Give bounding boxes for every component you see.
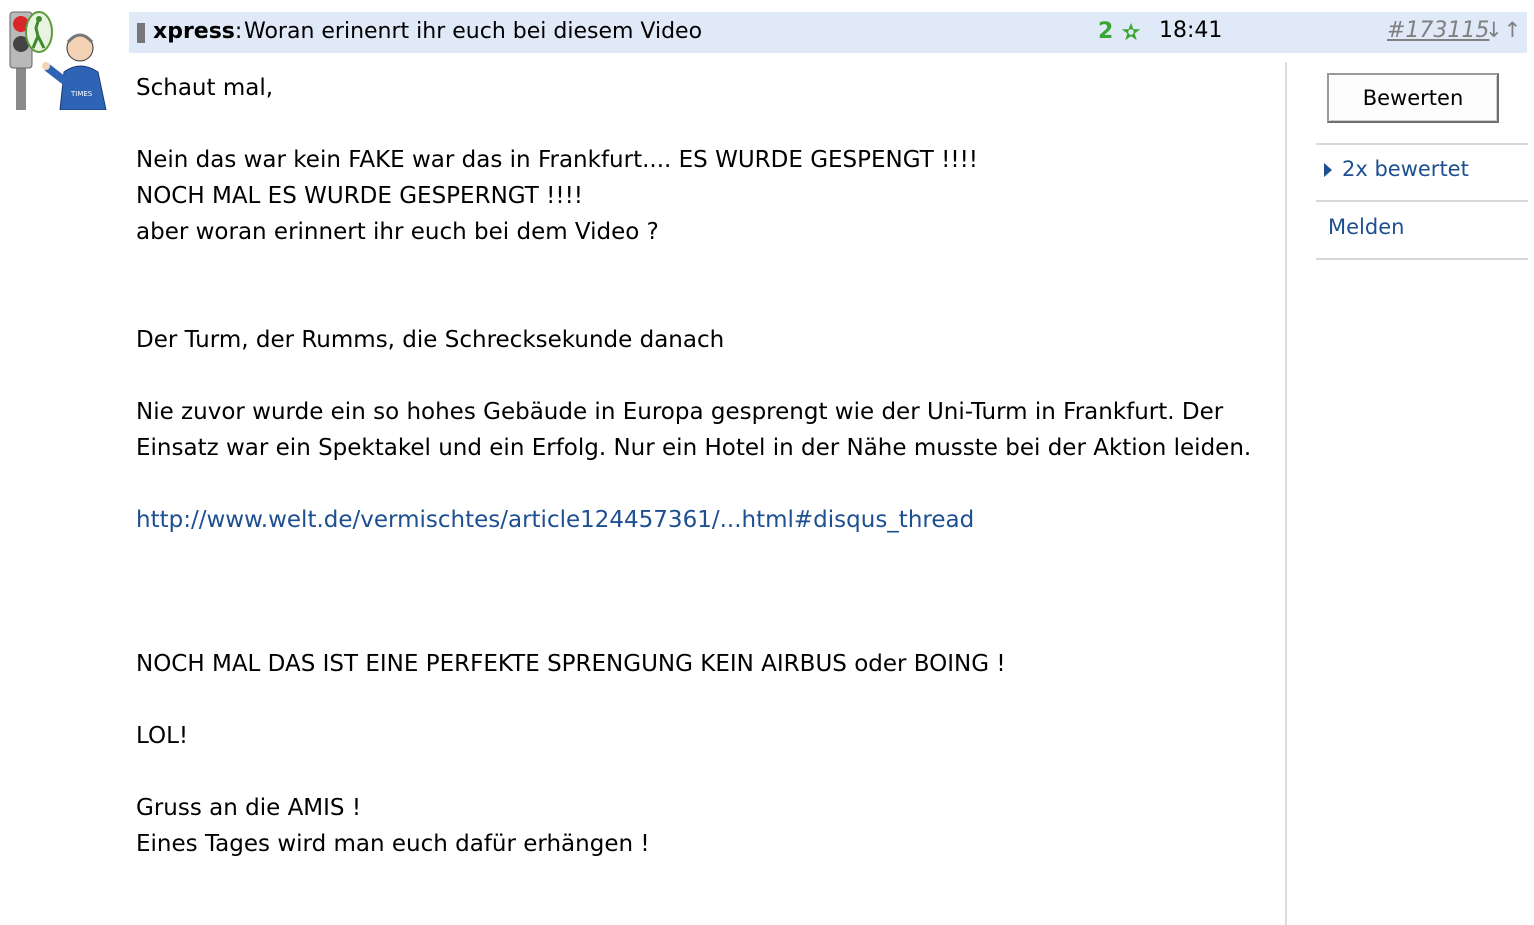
ratings-link[interactable]: 2x bewertet bbox=[1342, 157, 1469, 181]
triangle-right-icon bbox=[1324, 163, 1332, 177]
thread-nav-arrows-icon[interactable]: ↓↑ bbox=[1485, 18, 1522, 42]
post-body: Schaut mal, Nein das war kein FAKE war d… bbox=[136, 70, 1271, 862]
article-link[interactable]: http://www.welt.de/vermischtes/article12… bbox=[136, 507, 974, 533]
body-line: Nein das war kein FAKE war das in Frankf… bbox=[136, 147, 979, 173]
author-name[interactable]: xpress bbox=[153, 19, 235, 44]
sidebar-divider bbox=[1285, 62, 1287, 925]
post-time: 18:41 bbox=[1159, 18, 1223, 43]
sidebar-separator bbox=[1316, 143, 1528, 145]
svg-text:TIMES: TIMES bbox=[70, 90, 93, 98]
avatar[interactable]: TIMES bbox=[8, 10, 108, 111]
body-line: NOCH MAL ES WURDE GESPERNGT !!!! bbox=[136, 183, 584, 209]
post-id-link[interactable]: #173115 bbox=[1387, 18, 1489, 43]
body-line: Gruss an die AMIS ! bbox=[136, 795, 362, 821]
post-author[interactable]: xpress: bbox=[153, 19, 242, 44]
body-line: LOL! bbox=[136, 723, 189, 749]
quote-text: Nie zuvor wurde ein so hohes Gebäude in … bbox=[136, 399, 1252, 461]
rate-button[interactable]: Bewerten bbox=[1327, 73, 1499, 123]
body-line: aber woran erinnert ihr euch bei dem Vid… bbox=[136, 219, 659, 245]
body-line: Eines Tages wird man euch dafür erhängen… bbox=[136, 831, 650, 857]
avatar-cartoon-icon: TIMES bbox=[8, 10, 108, 111]
sidebar-separator bbox=[1316, 258, 1528, 260]
report-link[interactable]: Melden bbox=[1328, 215, 1404, 239]
author-colon: : bbox=[234, 19, 243, 44]
sidebar-separator bbox=[1316, 200, 1528, 202]
body-line: NOCH MAL DAS IST EINE PERFEKTE SPRENGUNG… bbox=[136, 651, 1006, 677]
post-title: Woran erinenrt ihr euch bei diesem Video bbox=[244, 19, 703, 44]
post-header: xpress: Woran erinenrt ihr euch bei dies… bbox=[129, 12, 1527, 53]
header-marker bbox=[137, 23, 145, 43]
rating-count: 2 bbox=[1098, 19, 1114, 44]
green-star-icon bbox=[1121, 22, 1141, 41]
greeting-text: Schaut mal, bbox=[136, 75, 274, 101]
quote-title: Der Turm, der Rumms, die Schrecksekunde … bbox=[136, 327, 725, 353]
